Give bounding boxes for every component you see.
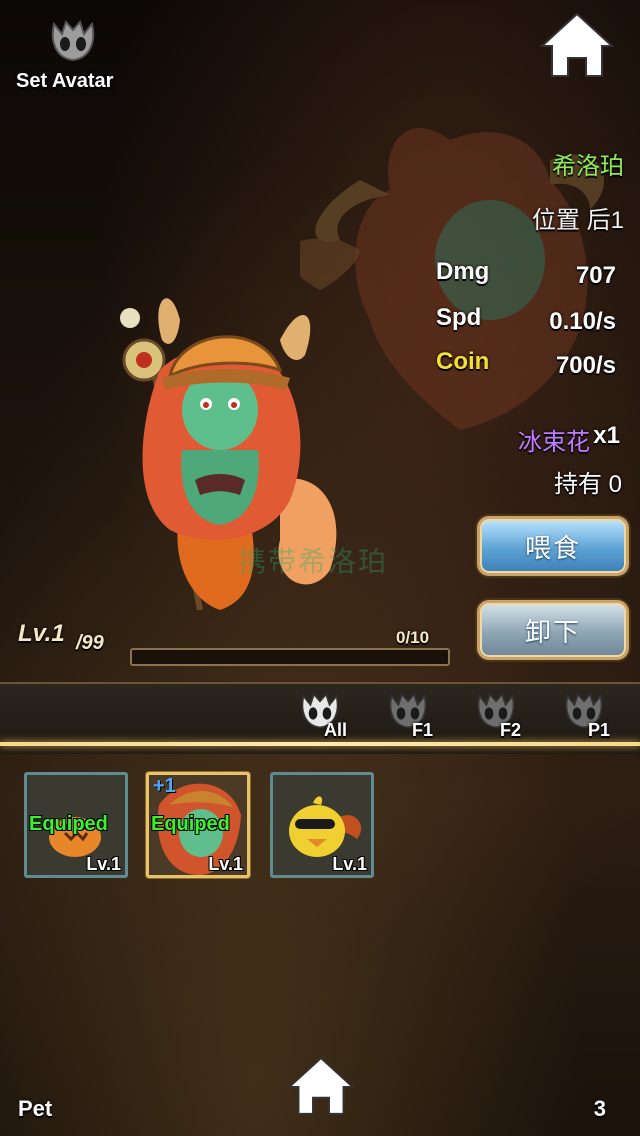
pet-level: Lv.1	[332, 854, 367, 874]
xp-text: 0/10	[396, 628, 430, 647]
home-icon[interactable]	[286, 1054, 356, 1118]
pet-slot-selected[interactable]: +1 Equiped Lv.1	[146, 772, 250, 878]
pet-name: 希洛珀	[552, 153, 624, 180]
equip-watermark: 携带希洛珀	[238, 546, 389, 577]
stat-label-spd: Spd	[436, 304, 482, 331]
pet-level: Lv.1	[208, 854, 243, 874]
strip-divider	[0, 742, 640, 746]
home-icon[interactable]	[538, 10, 616, 80]
equipped-label: Equiped	[151, 813, 230, 835]
tab-f1-label: F1	[412, 720, 434, 740]
stat-label-coin: Coin	[436, 348, 490, 375]
xp-progress-bar	[130, 648, 450, 666]
set-avatar-label: Set Avatar	[16, 70, 114, 92]
stat-value-coin: 700/s	[555, 352, 616, 379]
feed-item-name: 冰束花	[518, 429, 590, 456]
tab-p1[interactable]: P1	[564, 690, 624, 740]
pet-position: 位置 后1	[531, 207, 624, 234]
stat-value-dmg: 707	[575, 262, 616, 289]
owned-count: 持有 0	[553, 471, 622, 498]
tab-all[interactable]: All	[300, 690, 360, 740]
stat-label-dmg: Dmg	[436, 258, 490, 285]
pet-upgrade-badge: +1	[153, 775, 176, 797]
stat-value-spd: 0.10/s	[549, 308, 616, 335]
level-current: Lv.1	[18, 620, 65, 647]
tab-f1[interactable]: F1	[388, 690, 448, 740]
pet-level: Lv.1	[86, 854, 121, 874]
pet-slot[interactable]: Equiped Lv.1	[24, 772, 128, 878]
tab-p1-label: P1	[588, 720, 611, 740]
section-label: Pet	[18, 1096, 53, 1121]
feed-button[interactable]: 喂食	[477, 516, 629, 576]
equipped-label: Equiped	[29, 813, 108, 835]
pet-slot[interactable]: Lv.1	[270, 772, 374, 878]
set-avatar-button[interactable]: Set Avatar	[10, 18, 122, 98]
pet-count: 3	[593, 1096, 606, 1121]
tab-f2[interactable]: F2	[476, 690, 536, 740]
mask-icon	[51, 20, 95, 62]
tab-f2-label: F2	[500, 720, 522, 740]
tab-all-label: All	[324, 720, 348, 740]
remove-button[interactable]: 卸下	[477, 600, 629, 660]
level-max: /99	[76, 632, 104, 654]
feed-item-qty: x1	[593, 422, 620, 449]
